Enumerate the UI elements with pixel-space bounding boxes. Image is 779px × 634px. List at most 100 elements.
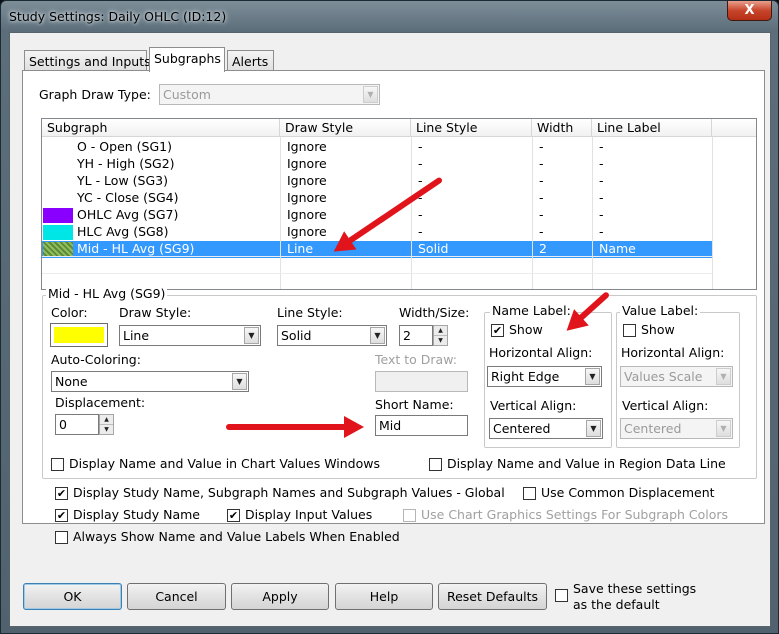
chevron-down-icon: ▼ (363, 86, 378, 103)
displacement-input[interactable]: 0 (55, 414, 99, 435)
table-cell: - (539, 173, 544, 188)
column-header-draw-style[interactable]: Draw Style (280, 119, 411, 137)
table-row[interactable]: O - Open (SG1) Ignore - - - (42, 139, 712, 156)
value-h-align-select: Values Scale ▼ (620, 366, 733, 387)
table-cell: - (418, 156, 423, 171)
name-label-show-checkbox[interactable]: ✔ (491, 324, 504, 337)
value-label-show-checkbox[interactable] (623, 324, 636, 337)
help-button[interactable]: Help (335, 583, 433, 610)
column-header-subgraph[interactable]: Subgraph (42, 119, 280, 137)
displacement-stepper[interactable]: ▲ ▼ (99, 414, 114, 435)
table-cell: OHLC Avg (SG7) (77, 207, 179, 222)
grid-line (411, 137, 412, 289)
table-cell: - (539, 224, 544, 239)
table-cell: - (599, 139, 604, 154)
title-bar[interactable]: Study Settings: Daily OHLC (ID:12) X (1, 1, 778, 31)
name-v-align-value: Centered (493, 421, 551, 436)
annotation-arrow-short-name (226, 424, 354, 430)
ok-button[interactable]: OK (23, 583, 122, 610)
column-header-line-style[interactable]: Line Style (411, 119, 532, 137)
value-h-align-label: Horizontal Align: (621, 345, 725, 360)
grid-line (712, 137, 713, 289)
width-stepper[interactable]: ▲ ▼ (433, 325, 448, 346)
color-swatch-button[interactable] (50, 323, 108, 347)
stepper-up-icon[interactable]: ▲ (434, 326, 447, 336)
table-cell: - (599, 156, 604, 171)
value-v-align-label: Vertical Align: (622, 398, 709, 413)
value-label-show-text: Show (641, 322, 675, 337)
use-common-displacement-label: Use Common Displacement (541, 485, 715, 500)
use-common-displacement-checkbox[interactable] (523, 487, 536, 500)
dialog-window: Study Settings: Daily OHLC (ID:12) X Set… (0, 0, 779, 634)
table-cell: - (418, 207, 423, 222)
tab-settings-and-inputs[interactable]: Settings and Inputs (24, 50, 151, 72)
column-header-width[interactable]: Width (532, 119, 592, 137)
display-study-name-label: Display Study Name (73, 507, 200, 522)
displacement-label: Displacement: (55, 395, 146, 410)
table-cell: - (418, 224, 423, 239)
reset-defaults-button[interactable]: Reset Defaults (438, 583, 547, 610)
display-input-values-checkbox[interactable]: ✔ (227, 509, 240, 522)
name-label-show-text: Show (509, 322, 543, 337)
check-icon: ✔ (492, 324, 503, 337)
width-input[interactable]: 2 (399, 325, 433, 346)
value-v-align-value: Centered (624, 421, 682, 436)
display-global-checkbox[interactable]: ✔ (55, 487, 68, 500)
stepper-up-icon[interactable]: ▲ (100, 415, 113, 425)
apply-button[interactable]: Apply (231, 583, 329, 610)
auto-coloring-label: Auto-Coloring: (51, 352, 141, 367)
graph-draw-type-label: Graph Draw Type: (39, 87, 151, 102)
save-default-label-line1: Save these settings (573, 581, 697, 596)
table-row[interactable]: YH - High (SG2) Ignore - - - (42, 156, 712, 173)
display-study-name-checkbox[interactable]: ✔ (55, 509, 68, 522)
cancel-button[interactable]: Cancel (127, 583, 226, 610)
draw-style-select[interactable]: Line ▼ (119, 325, 261, 346)
table-cell: Ignore (287, 156, 327, 171)
display-in-chart-values-label: Display Name and Value in Chart Values W… (69, 456, 380, 471)
table-cell: HLC Avg (SG8) (77, 224, 169, 239)
save-default-checkbox[interactable] (555, 589, 568, 602)
name-label-title: Name Label: (490, 303, 573, 318)
stepper-down-icon[interactable]: ▼ (100, 425, 113, 435)
table-row[interactable]: YL - Low (SG3) Ignore - - - (42, 173, 712, 190)
column-header-line-label[interactable]: Line Label (592, 119, 712, 137)
chevron-down-icon[interactable]: ▼ (244, 327, 259, 344)
close-button[interactable]: X (727, 1, 772, 21)
always-show-labels-checkbox[interactable] (55, 531, 68, 544)
subgraph-settings-title: Mid - HL Avg (SG9) (46, 286, 168, 301)
draw-style-value: Line (123, 328, 150, 343)
chevron-down-icon[interactable]: ▼ (586, 420, 601, 437)
line-style-select[interactable]: Solid ▼ (277, 325, 387, 346)
table-row[interactable]: YC - Close (SG4) Ignore - - - (42, 190, 712, 207)
short-name-input[interactable]: Mid (375, 415, 468, 436)
draw-style-label: Draw Style: (119, 305, 192, 320)
table-cell: - (599, 190, 604, 205)
tab-subgraphs[interactable]: Subgraphs (149, 47, 225, 72)
stepper-down-icon[interactable]: ▼ (434, 336, 447, 346)
table-cell: - (539, 207, 544, 222)
auto-coloring-select[interactable]: None ▼ (51, 371, 249, 392)
value-h-align-value: Values Scale (624, 369, 703, 384)
use-chart-graphics-checkbox (403, 509, 416, 522)
table-row[interactable]: HLC Avg (SG8) Ignore - - - (42, 224, 712, 241)
table-cell: - (418, 139, 423, 154)
name-v-align-select[interactable]: Centered ▼ (489, 418, 603, 439)
table-cell: O - Open (SG1) (77, 139, 172, 154)
table-cell: YC - Close (SG4) (77, 190, 179, 205)
name-h-align-select[interactable]: Right Edge ▼ (487, 366, 602, 387)
chevron-down-icon[interactable]: ▼ (370, 327, 385, 344)
graph-draw-type-select: Custom ▼ (159, 84, 380, 105)
always-show-labels-label: Always Show Name and Value Labels When E… (73, 529, 400, 544)
text-to-draw-label: Text to Draw: (375, 352, 457, 367)
value-label-title: Value Label: (620, 303, 701, 318)
line-style-label: Line Style: (277, 305, 343, 320)
chevron-down-icon[interactable]: ▼ (232, 373, 247, 390)
table-cell: - (418, 190, 423, 205)
window-title: Study Settings: Daily OHLC (ID:12) (9, 9, 227, 24)
text-to-draw-input (375, 371, 468, 392)
display-in-region-data-checkbox[interactable] (429, 458, 442, 471)
chevron-down-icon[interactable]: ▼ (585, 368, 600, 385)
tab-alerts[interactable]: Alerts (227, 50, 274, 72)
display-in-chart-values-checkbox[interactable] (51, 458, 64, 471)
value-v-align-select: Centered ▼ (620, 418, 733, 439)
